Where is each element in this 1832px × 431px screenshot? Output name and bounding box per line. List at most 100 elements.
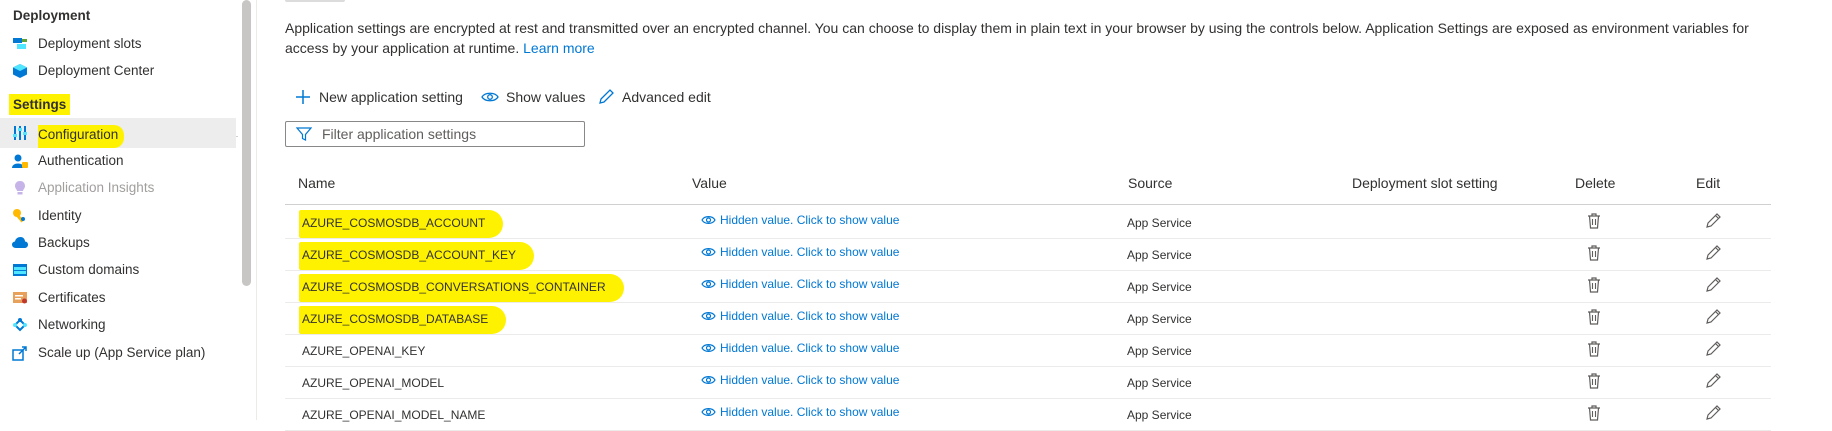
delete-icon[interactable] bbox=[1586, 340, 1602, 358]
setting-name: AZURE_OPENAI_MODEL bbox=[302, 376, 445, 390]
column-header-source[interactable]: Source bbox=[1128, 175, 1172, 191]
custom-domains-icon bbox=[13, 264, 27, 276]
sidebar-item-label: Deployment slots bbox=[38, 36, 142, 51]
hidden-value-link[interactable]: Hidden value. Click to show value bbox=[701, 341, 899, 355]
sidebar-item-application-insights[interactable]: Application Insights bbox=[0, 173, 236, 203]
filter-icon bbox=[296, 127, 312, 141]
eye-icon bbox=[481, 92, 499, 102]
new-application-setting-button[interactable]: New application setting bbox=[294, 86, 463, 108]
filter-input[interactable]: Filter application settings bbox=[285, 121, 585, 147]
sidebar: Deployment Deployment slots Deployment C… bbox=[0, 0, 238, 420]
description-text: Application settings are encrypted at re… bbox=[285, 20, 1749, 56]
sidebar-scrollbar[interactable] bbox=[242, 0, 251, 286]
column-header-slot-setting[interactable]: Deployment slot setting bbox=[1352, 175, 1498, 191]
eye-icon bbox=[701, 408, 716, 416]
identity-icon bbox=[13, 209, 25, 223]
sidebar-item-label: Certificates bbox=[38, 290, 106, 305]
table-row: AZURE_COSMOSDB_DATABASE Hidden value. Cl… bbox=[285, 302, 1771, 335]
edit-icon[interactable] bbox=[1704, 372, 1722, 390]
sidebar-item-scale-up[interactable]: Scale up (App Service plan) bbox=[0, 338, 236, 368]
edit-icon[interactable] bbox=[1704, 340, 1722, 358]
hidden-value-text: Hidden value. Click to show value bbox=[720, 213, 900, 227]
sidebar-item-label: Application Insights bbox=[38, 180, 155, 195]
hidden-value-link[interactable]: Hidden value. Click to show value bbox=[701, 277, 899, 291]
hidden-value-link[interactable]: Hidden value. Click to show value bbox=[701, 245, 899, 259]
hidden-value-text: Hidden value. Click to show value bbox=[720, 309, 900, 323]
sidebar-item-authentication[interactable]: Authentication bbox=[0, 146, 236, 176]
delete-icon[interactable] bbox=[1586, 276, 1602, 294]
settings-heading-label: Settings bbox=[9, 94, 71, 115]
description: Application settings are encrypted at re… bbox=[285, 18, 1795, 58]
pencil-icon bbox=[599, 89, 614, 104]
column-header-value[interactable]: Value bbox=[692, 175, 727, 191]
table-row: AZURE_COSMOSDB_CONVERSATIONS_CONTAINER H… bbox=[285, 270, 1771, 303]
delete-icon[interactable] bbox=[1586, 372, 1602, 390]
eye-icon bbox=[701, 216, 716, 224]
sidebar-item-deployment-slots[interactable]: Deployment slots bbox=[0, 29, 236, 59]
sidebar-item-label: Custom domains bbox=[38, 262, 140, 277]
show-values-button[interactable]: Show values bbox=[481, 86, 585, 108]
hidden-value-text: Hidden value. Click to show value bbox=[720, 245, 900, 259]
main-scrollbar[interactable] bbox=[1818, 0, 1832, 420]
sidebar-item-certificates[interactable]: Certificates bbox=[0, 283, 236, 313]
show-values-label: Show values bbox=[506, 89, 586, 105]
edit-icon[interactable] bbox=[1704, 276, 1722, 294]
edit-icon[interactable] bbox=[1704, 308, 1722, 326]
sidebar-item-label: Configuration bbox=[38, 125, 125, 148]
sidebar-item-label: Deployment Center bbox=[38, 63, 155, 78]
setting-name: AZURE_COSMOSDB_CONVERSATIONS_CONTAINER bbox=[299, 274, 624, 302]
sidebar-item-label: Backups bbox=[38, 235, 90, 250]
hidden-value-link[interactable]: Hidden value. Click to show value bbox=[701, 213, 899, 227]
column-header-delete: Delete bbox=[1575, 175, 1616, 191]
new-application-setting-label: New application setting bbox=[319, 89, 463, 105]
advanced-edit-label: Advanced edit bbox=[622, 89, 711, 105]
column-header-edit: Edit bbox=[1696, 175, 1721, 191]
setting-source: App Service bbox=[1127, 344, 1192, 358]
hidden-value-text: Hidden value. Click to show value bbox=[720, 405, 900, 419]
deployment-heading: Deployment bbox=[13, 8, 91, 23]
eye-icon bbox=[701, 376, 716, 384]
delete-icon[interactable] bbox=[1586, 404, 1602, 422]
hidden-value-link[interactable]: Hidden value. Click to show value bbox=[701, 309, 899, 323]
column-header-name[interactable]: Name bbox=[298, 175, 335, 191]
setting-name: AZURE_COSMOSDB_DATABASE bbox=[299, 306, 507, 334]
setting-source: App Service bbox=[1127, 376, 1192, 390]
hidden-value-link[interactable]: Hidden value. Click to show value bbox=[701, 405, 899, 419]
sidebar-item-custom-domains[interactable]: Custom domains bbox=[0, 255, 236, 285]
table-row: AZURE_OPENAI_MODEL_NAME Hidden value. Cl… bbox=[285, 398, 1771, 431]
advanced-edit-button[interactable]: Advanced edit bbox=[597, 86, 711, 108]
delete-icon[interactable] bbox=[1586, 212, 1602, 230]
eye-icon bbox=[701, 312, 716, 320]
setting-source: App Service bbox=[1127, 248, 1192, 262]
sidebar-divider bbox=[256, 0, 257, 420]
eye-icon bbox=[701, 248, 716, 256]
edit-icon[interactable] bbox=[1704, 244, 1722, 262]
eye-icon bbox=[701, 344, 716, 352]
setting-source: App Service bbox=[1127, 312, 1192, 326]
edit-icon[interactable] bbox=[1704, 212, 1722, 230]
deployment-center-icon bbox=[13, 64, 27, 78]
application-insights-icon bbox=[15, 181, 25, 195]
sidebar-item-identity[interactable]: Identity bbox=[0, 201, 236, 231]
sidebar-item-networking[interactable]: Networking bbox=[0, 310, 236, 340]
hidden-value-text: Hidden value. Click to show value bbox=[720, 373, 900, 387]
filter-placeholder: Filter application settings bbox=[322, 126, 477, 142]
plus-icon bbox=[296, 90, 310, 104]
sidebar-item-configuration[interactable]: Configuration bbox=[0, 118, 236, 148]
edit-icon[interactable] bbox=[1704, 404, 1722, 422]
sidebar-item-label: Scale up (App Service plan) bbox=[38, 345, 206, 360]
table-row: AZURE_COSMOSDB_ACCOUNT_KEY Hidden value.… bbox=[285, 238, 1771, 271]
delete-icon[interactable] bbox=[1586, 244, 1602, 262]
settings-heading: Settings bbox=[9, 94, 71, 115]
setting-name: AZURE_COSMOSDB_ACCOUNT bbox=[299, 210, 504, 238]
page-title-fragment bbox=[285, 0, 345, 2]
deployment-slots-icon bbox=[13, 38, 27, 49]
hidden-value-text: Hidden value. Click to show value bbox=[720, 341, 900, 355]
table-row: AZURE_COSMOSDB_ACCOUNT Hidden value. Cli… bbox=[285, 206, 1771, 239]
hidden-value-link[interactable]: Hidden value. Click to show value bbox=[701, 373, 899, 387]
setting-source: App Service bbox=[1127, 216, 1192, 230]
sidebar-item-deployment-center[interactable]: Deployment Center bbox=[0, 56, 236, 86]
learn-more-link[interactable]: Learn more bbox=[523, 40, 595, 56]
sidebar-item-backups[interactable]: Backups bbox=[0, 228, 236, 258]
delete-icon[interactable] bbox=[1586, 308, 1602, 326]
